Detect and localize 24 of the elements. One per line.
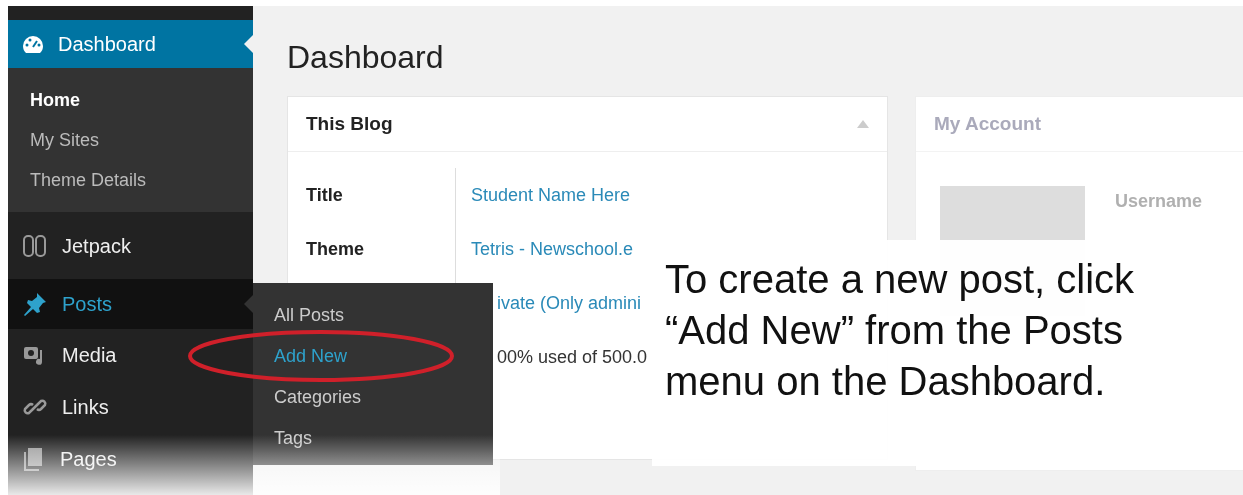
pushpin-icon <box>22 291 48 317</box>
callout-text: To create a new post, click “Add New” from the Posts menu on the Dashboard. <box>665 256 1136 405</box>
submenu-item[interactable]: Home <box>8 80 253 120</box>
row-label: Theme <box>306 237 365 261</box>
gauge-icon <box>22 34 44 54</box>
flyout-item[interactable]: Tags <box>274 426 493 450</box>
flyout-item[interactable]: Categories <box>274 385 493 409</box>
row-label: Title <box>306 183 343 207</box>
flyout-item[interactable]: All Posts <box>274 303 493 327</box>
collapse-arrow-icon[interactable] <box>857 120 869 128</box>
field-label: Username <box>1115 190 1203 213</box>
row-value[interactable]: Tetris - Newschool.e <box>471 235 634 263</box>
submenu-item[interactable]: Theme Details <box>8 160 253 200</box>
jetpack-icon <box>22 232 48 259</box>
sidebar-item[interactable]: Posts <box>8 279 253 329</box>
sidebar-item[interactable]: Dashboard <box>8 20 253 68</box>
card-title: My Account <box>934 111 1041 136</box>
flyout-item[interactable]: Add New <box>274 344 493 368</box>
row-value: 00% used of 500.0 <box>497 345 648 369</box>
submenu-item[interactable]: My Sites <box>8 120 253 160</box>
row-value[interactable]: ivate (Only admini <box>497 289 642 317</box>
card-title: This Blog <box>306 111 393 136</box>
row-value[interactable]: Student Name Here <box>471 181 631 209</box>
page-title: Dashboard <box>287 38 445 77</box>
